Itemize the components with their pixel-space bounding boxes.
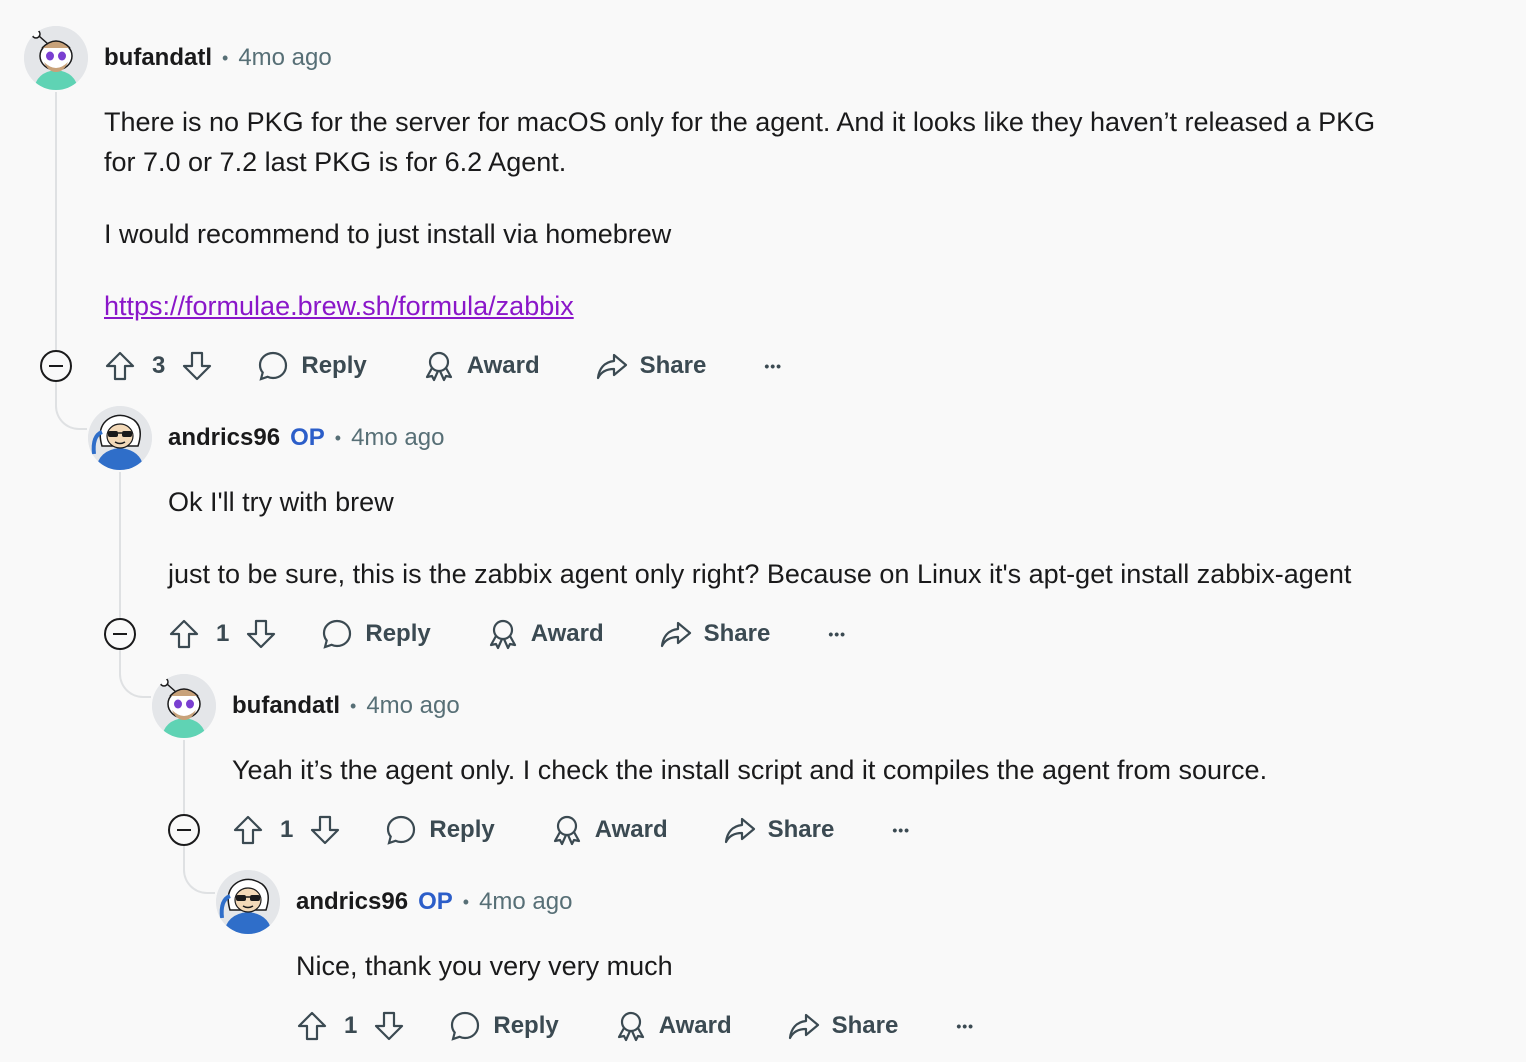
comment-header: bufandatl • 4mo ago xyxy=(104,42,332,74)
thread-line xyxy=(55,92,57,350)
vote-count: 1 xyxy=(280,816,294,843)
reply-bubble-icon xyxy=(385,814,417,846)
award-icon xyxy=(615,1010,647,1042)
award-button[interactable]: Award xyxy=(551,814,668,846)
downvote-icon[interactable] xyxy=(245,618,277,650)
comment-header: andrics96 OP • 4mo ago xyxy=(168,422,444,454)
timestamp[interactable]: 4mo ago xyxy=(351,424,444,452)
share-icon xyxy=(724,814,756,846)
vote-count: 1 xyxy=(216,620,230,647)
thread-branch xyxy=(183,862,215,894)
thread-branch xyxy=(119,666,151,698)
timestamp[interactable]: 4mo ago xyxy=(479,888,572,916)
thread-line xyxy=(55,382,57,402)
share-button[interactable]: Share xyxy=(596,350,706,382)
share-button[interactable]: Share xyxy=(724,814,834,846)
more-icon[interactable]: ••• xyxy=(892,823,910,837)
action-bar: 1 Reply Award Share ••• xyxy=(168,612,846,656)
comment-text: Nice, thank you very very much xyxy=(296,951,673,981)
reply-button[interactable]: Reply xyxy=(449,1010,559,1042)
reply-bubble-icon xyxy=(449,1010,481,1042)
action-bar: 1 Reply Award Share ••• xyxy=(232,808,910,852)
comment-link[interactable]: https://formulae.brew.sh/formula/zabbix xyxy=(104,291,574,321)
share-icon xyxy=(788,1010,820,1042)
username[interactable]: bufandatl xyxy=(104,44,212,72)
comment-text: Yeah it’s the agent only. I check the in… xyxy=(232,755,1268,785)
more-icon[interactable]: ••• xyxy=(956,1019,974,1033)
collapse-icon[interactable] xyxy=(168,814,200,846)
award-button[interactable]: Award xyxy=(423,350,540,382)
upvote-icon[interactable] xyxy=(104,350,136,382)
share-button[interactable]: Share xyxy=(788,1010,898,1042)
separator-dot: • xyxy=(350,695,357,716)
reply-bubble-icon xyxy=(321,618,353,650)
username[interactable]: andrics96 xyxy=(168,424,280,452)
award-button[interactable]: Award xyxy=(615,1010,732,1042)
comment-text: just to be sure, this is the zabbix agen… xyxy=(168,559,1352,589)
share-button[interactable]: Share xyxy=(660,618,770,650)
thread-line xyxy=(183,846,185,866)
comment-header: andrics96 OP • 4mo ago xyxy=(296,886,572,918)
reply-button[interactable]: Reply xyxy=(385,814,495,846)
comment-header: bufandatl • 4mo ago xyxy=(232,690,460,722)
award-icon xyxy=(551,814,583,846)
op-badge: OP xyxy=(418,888,453,915)
downvote-icon[interactable] xyxy=(309,814,341,846)
thread-line xyxy=(183,740,185,814)
timestamp[interactable]: 4mo ago xyxy=(238,44,331,72)
comment-link-line: https://formulae.brew.sh/formula/zabbix xyxy=(104,286,574,326)
op-badge: OP xyxy=(290,424,325,451)
downvote-icon[interactable] xyxy=(181,350,213,382)
downvote-icon[interactable] xyxy=(373,1010,405,1042)
more-icon[interactable]: ••• xyxy=(764,359,782,373)
timestamp[interactable]: 4mo ago xyxy=(366,692,459,720)
thread-line xyxy=(119,472,121,618)
award-button[interactable]: Award xyxy=(487,618,604,650)
separator-dot: • xyxy=(334,427,342,448)
avatar[interactable] xyxy=(152,674,216,738)
share-icon xyxy=(596,350,628,382)
more-icon[interactable]: ••• xyxy=(828,627,846,641)
action-bar: 3 Reply Award Share ••• xyxy=(104,344,782,388)
thread-line xyxy=(119,650,121,670)
username[interactable]: andrics96 xyxy=(296,888,408,916)
comment-text: Ok I'll try with brew xyxy=(168,487,394,517)
award-icon xyxy=(423,350,455,382)
action-bar: 1 Reply Award Share ••• xyxy=(296,1004,974,1048)
username[interactable]: bufandatl xyxy=(232,692,340,720)
collapse-icon[interactable] xyxy=(40,350,72,382)
comment-text: for 7.0 or 7.2 last PKG is for 6.2 Agent… xyxy=(104,147,567,177)
vote-count: 3 xyxy=(152,352,166,379)
comment-text: I would recommend to just install via ho… xyxy=(104,219,672,249)
reply-bubble-icon xyxy=(257,350,289,382)
avatar[interactable] xyxy=(88,406,152,470)
upvote-icon[interactable] xyxy=(168,618,200,650)
separator-dot: • xyxy=(222,47,229,68)
vote-count: 1 xyxy=(344,1012,358,1039)
collapse-icon[interactable] xyxy=(104,618,136,650)
avatar[interactable] xyxy=(24,26,88,90)
thread-branch xyxy=(55,398,87,430)
separator-dot: • xyxy=(462,891,470,912)
reply-button[interactable]: Reply xyxy=(257,350,367,382)
reply-button[interactable]: Reply xyxy=(321,618,431,650)
award-icon xyxy=(487,618,519,650)
upvote-icon[interactable] xyxy=(232,814,264,846)
avatar[interactable] xyxy=(216,870,280,934)
comment-text: There is no PKG for the server for macOS… xyxy=(104,107,1376,137)
upvote-icon[interactable] xyxy=(296,1010,328,1042)
share-icon xyxy=(660,618,692,650)
